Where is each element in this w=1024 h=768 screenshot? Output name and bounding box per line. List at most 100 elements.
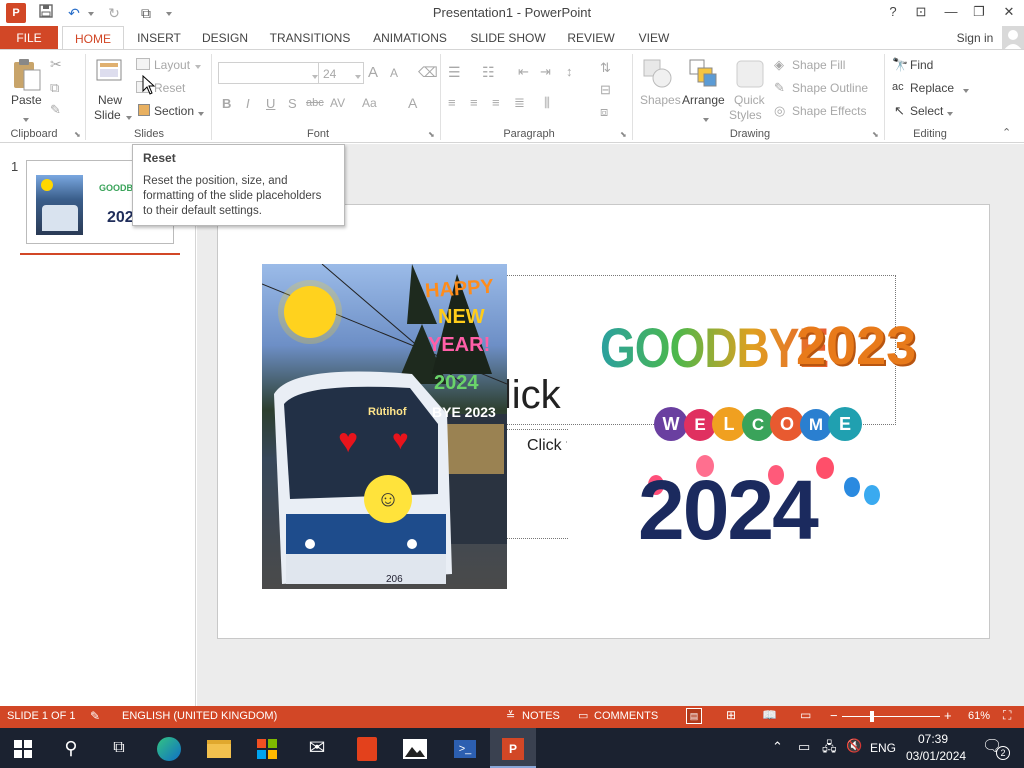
drawing-launcher-icon[interactable]: ⬊ (872, 130, 879, 139)
zoom-slider-track[interactable] (842, 716, 940, 717)
powerpoint-taskbar-icon[interactable]: P (490, 728, 536, 768)
fit-slide-icon[interactable]: ⛶ (1003, 708, 1011, 723)
subtitle-placeholder-text[interactable]: Click t (527, 437, 567, 455)
file-explorer-icon[interactable] (196, 728, 242, 768)
tab-insert[interactable]: INSERT (132, 26, 186, 50)
select-button[interactable]: Select (910, 104, 943, 118)
shapes-icon[interactable] (642, 58, 674, 90)
layout-button[interactable]: Layout (154, 58, 190, 72)
font-family-select[interactable] (218, 62, 320, 84)
slide-show-icon[interactable]: ▭ (800, 708, 811, 722)
line-spacing-icon[interactable]: ↕ (566, 64, 573, 79)
photos-icon[interactable] (392, 728, 438, 768)
comments-button[interactable]: COMMENTS (594, 710, 658, 722)
replace-button[interactable]: Replace (910, 81, 954, 95)
replace-icon[interactable]: ac (892, 81, 904, 93)
tab-file[interactable]: FILE (0, 26, 58, 50)
collapse-ribbon-icon[interactable]: ⌃ (1002, 126, 1011, 139)
new-slide-label-2[interactable]: Slide (94, 108, 121, 122)
increase-indent-icon[interactable]: ⇥ (540, 64, 551, 80)
start-button-icon[interactable] (0, 728, 46, 768)
zoom-out-button[interactable]: − (830, 708, 838, 723)
volume-muted-icon[interactable]: 🔇 (846, 738, 862, 754)
clock-date[interactable]: 03/01/2024 (906, 749, 966, 763)
select-icon[interactable]: ↖ (894, 103, 905, 119)
tab-review[interactable]: REVIEW (562, 26, 620, 50)
text-shadow-button[interactable]: S (288, 96, 297, 111)
notes-icon[interactable]: ≚ (506, 709, 515, 722)
zoom-slider-thumb[interactable] (870, 711, 874, 722)
slide-count-status[interactable]: SLIDE 1 OF 1 (7, 710, 75, 722)
tab-design[interactable]: DESIGN (196, 26, 254, 50)
minimize-button[interactable]: — (936, 2, 966, 22)
columns-icon[interactable]: ⫼ (544, 95, 550, 111)
tab-animations[interactable]: ANIMATIONS (366, 26, 454, 50)
quick-styles-icon[interactable] (734, 58, 766, 90)
quick-styles-label-1[interactable]: Quick (734, 93, 765, 107)
shape-outline-icon[interactable]: ✎ (774, 80, 785, 96)
slide-canvas[interactable]: Click to Click t Rütihof 206 ♥ ♥ ☺ HAPPY… (217, 204, 990, 639)
tab-transitions[interactable]: TRANSITIONS (266, 26, 354, 50)
paste-button[interactable]: Paste (11, 93, 42, 107)
change-case-button[interactable]: Aa (362, 96, 377, 110)
language-status[interactable]: ENGLISH (UNITED KINGDOM) (122, 710, 277, 722)
underline-button[interactable]: U (266, 96, 275, 111)
tab-slide-show[interactable]: SLIDE SHOW (466, 26, 550, 50)
edge-browser-icon[interactable] (146, 728, 192, 768)
layout-icon[interactable] (136, 58, 150, 70)
sign-in-link[interactable]: Sign in (950, 26, 1000, 50)
maximize-button[interactable]: ❐ (964, 2, 994, 22)
paste-icon[interactable] (12, 58, 42, 92)
section-icon[interactable] (138, 104, 150, 116)
microsoft-store-icon[interactable] (244, 728, 290, 768)
powershell-icon[interactable]: >_ (442, 728, 488, 768)
user-avatar[interactable] (1002, 26, 1024, 50)
italic-button[interactable]: I (246, 96, 250, 111)
find-icon[interactable]: 🔭 (892, 57, 908, 73)
tab-view[interactable]: VIEW (630, 26, 678, 50)
help-button[interactable]: ? (878, 2, 908, 22)
office-icon[interactable] (344, 728, 390, 768)
justify-icon[interactable]: ≣ (514, 95, 525, 111)
font-launcher-icon[interactable]: ⬊ (428, 130, 435, 139)
find-button[interactable]: Find (910, 58, 933, 72)
shape-effects-icon[interactable]: ◎ (774, 103, 785, 119)
input-language[interactable]: ENG (870, 741, 896, 755)
goodbye-welcome-image[interactable]: GOODBYE 2023 W E L C O M E 2024 (598, 315, 918, 555)
align-right-icon[interactable]: ≡ (492, 95, 500, 110)
mail-icon[interactable]: ✉ (294, 728, 340, 768)
ribbon-display-options-button[interactable]: ⊡ (906, 2, 936, 22)
zoom-in-button[interactable]: + (944, 708, 952, 723)
comments-icon[interactable]: ▭ (578, 709, 588, 722)
shape-effects-button[interactable]: Shape Effects (792, 104, 867, 118)
zoom-level[interactable]: 61% (968, 710, 990, 722)
slide-sorter-icon[interactable]: ⊞ (726, 708, 736, 722)
text-direction-icon[interactable]: ⇅ (600, 60, 611, 76)
shapes-button[interactable]: Shapes (640, 93, 681, 107)
show-hidden-icons[interactable]: ⌃ (772, 739, 783, 755)
decrease-indent-icon[interactable]: ⇤ (518, 64, 529, 80)
format-painter-icon[interactable]: ✎ (50, 102, 61, 118)
tab-home[interactable]: HOME (62, 26, 124, 51)
align-text-icon[interactable]: ⊟ (600, 82, 611, 98)
shape-fill-icon[interactable]: ◈ (774, 57, 784, 73)
clipboard-launcher-icon[interactable]: ⬊ (74, 130, 81, 139)
character-spacing-button[interactable]: AV (330, 96, 345, 110)
close-button[interactable]: ✕ (994, 2, 1024, 22)
meet-now-icon[interactable]: ▭ (798, 739, 810, 755)
search-icon[interactable]: ⚲ (48, 728, 94, 768)
paragraph-launcher-icon[interactable]: ⬊ (620, 130, 627, 139)
strikethrough-button[interactable]: abc (306, 97, 324, 109)
quick-styles-label-2[interactable]: Styles (729, 108, 762, 122)
shrink-font-button[interactable]: A (390, 66, 398, 80)
normal-view-icon[interactable]: ▤ (686, 708, 702, 724)
section-button[interactable]: Section (154, 104, 194, 118)
smartart-icon[interactable]: ⧈ (600, 104, 608, 120)
task-view-icon[interactable]: ⧉ (96, 728, 142, 768)
numbering-icon[interactable]: ☷ (482, 64, 495, 81)
bold-button[interactable]: B (222, 96, 231, 111)
reading-view-icon[interactable]: 📖 (762, 708, 777, 722)
copy-icon[interactable]: ⧉ (50, 80, 59, 96)
font-color-button[interactable]: A (408, 95, 417, 111)
arrange-icon[interactable] (688, 58, 720, 90)
